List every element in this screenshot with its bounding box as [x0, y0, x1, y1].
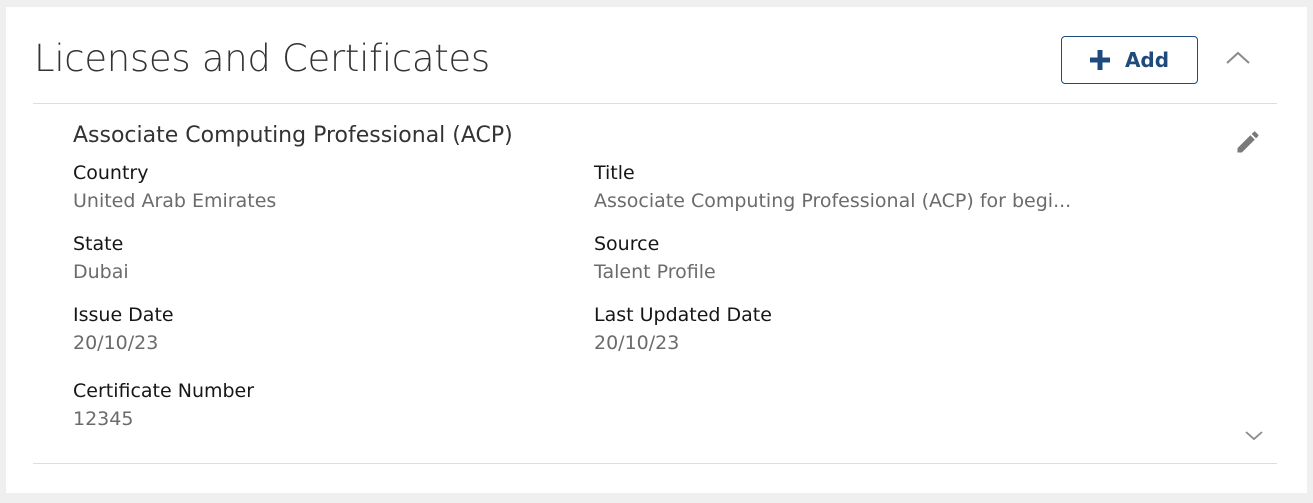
field-last-updated-date: Last Updated Date 20/10/23: [594, 303, 1094, 355]
field-label: Country: [73, 162, 149, 184]
field-value: 20/10/23: [73, 332, 159, 354]
add-button[interactable]: Add: [1061, 36, 1198, 84]
field-title: Title Associate Computing Professional (…: [594, 161, 1094, 213]
section-divider: [33, 103, 1277, 104]
edit-certificate-button[interactable]: [1234, 128, 1262, 156]
chevron-up-icon: [1226, 51, 1250, 64]
field-source: Source Talent Profile: [594, 232, 1094, 284]
section-title: Licenses and Certificates: [34, 37, 490, 80]
record-divider: [33, 463, 1277, 464]
field-label: Last Updated Date: [594, 304, 772, 326]
field-label: Certificate Number: [73, 380, 255, 402]
field-label: Source: [594, 233, 660, 255]
plus-icon: [1089, 50, 1110, 70]
field-label: State: [73, 233, 124, 255]
pencil-icon: [1237, 131, 1259, 153]
field-value: United Arab Emirates: [73, 190, 277, 212]
collapse-section-button[interactable]: [1221, 45, 1255, 71]
field-value: 20/10/23: [594, 332, 680, 354]
expand-details-button[interactable]: [1243, 427, 1265, 445]
field-issue-date: Issue Date 20/10/23: [73, 303, 573, 355]
field-label: Title: [594, 162, 635, 184]
certificate-title: Associate Computing Professional (ACP): [73, 123, 513, 148]
add-button-label: Add: [1124, 48, 1170, 72]
field-state: State Dubai: [73, 232, 573, 284]
field-value: 12345: [73, 408, 134, 430]
chevron-down-icon: [1245, 431, 1263, 441]
field-value: Associate Computing Professional (ACP) f…: [594, 190, 1072, 212]
field-certificate-number: Certificate Number 12345: [73, 379, 573, 431]
field-value: Dubai: [73, 261, 129, 283]
licenses-certificates-card: Licenses and Certificates Add Associate …: [6, 7, 1307, 493]
field-value: Talent Profile: [594, 261, 716, 283]
field-label: Issue Date: [73, 304, 174, 326]
field-country: Country United Arab Emirates: [73, 161, 573, 213]
